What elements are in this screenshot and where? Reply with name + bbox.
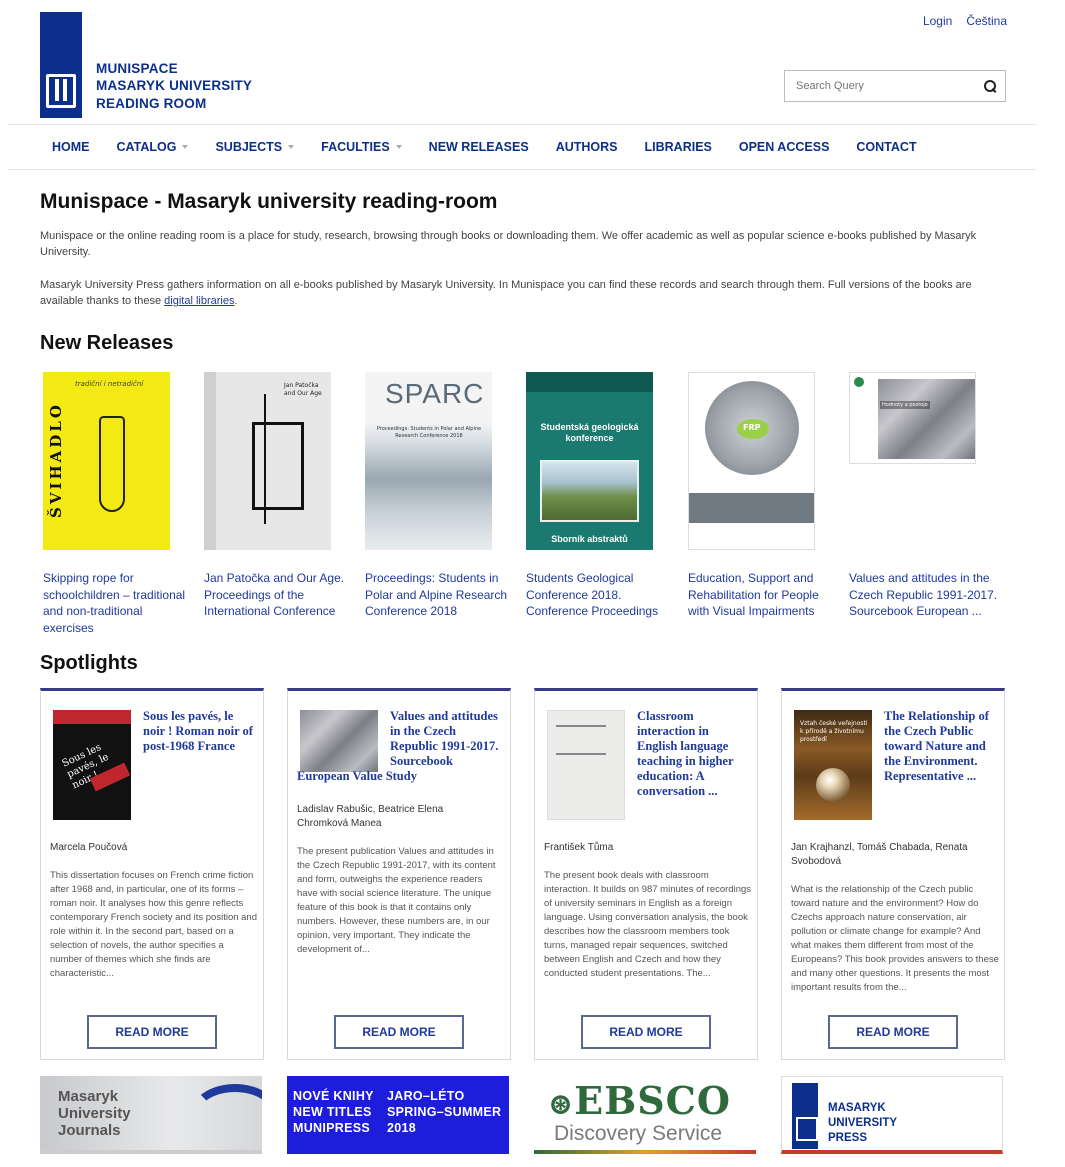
read-more-button[interactable]: READ MORE — [334, 1015, 464, 1049]
book-cover[interactable]: Sous les pavés, le noir ! — [53, 710, 131, 820]
new-releases-heading: New Releases — [40, 332, 174, 354]
book-cover[interactable]: SPARC Proceedings: Students in Polar and… — [365, 372, 492, 550]
spotlight-title-link[interactable]: Sous les pavés, le noir ! Roman noir of … — [143, 709, 255, 754]
release-item: ŠVIHADLO tradiční i netradiční Skipping … — [43, 372, 193, 636]
logo-text: MUNISPACE MASARYK UNIVERSITY READING ROO… — [96, 60, 253, 111]
spotlight-description: The present publication Values and attit… — [297, 846, 496, 955]
nav-faculties[interactable]: FACULTIES — [321, 140, 402, 154]
munispace-logo[interactable]: MUNISPACE MASARYK UNIVERSITY READING ROO… — [40, 12, 252, 118]
nav-open-access[interactable]: OPEN ACCESS — [739, 140, 830, 154]
top-links: Login Čeština — [923, 14, 1007, 28]
release-item: FRP Education, Support and Rehabilitatio… — [688, 372, 838, 620]
read-more-button[interactable]: READ MORE — [828, 1015, 958, 1049]
swirl-graphic — [190, 1084, 262, 1146]
spotlight-authors: František Tůma — [544, 842, 614, 853]
spotlight-card: Sous les pavés, le noir ! Sous les pavés… — [40, 688, 264, 1060]
nav-contact[interactable]: CONTACT — [856, 140, 916, 154]
read-more-button[interactable]: READ MORE — [87, 1015, 217, 1049]
mu-logo-mark — [792, 1083, 818, 1149]
spotlight-authors: Marcela Poučová — [50, 842, 128, 853]
language-link[interactable]: Čeština — [966, 14, 1007, 28]
release-title-link[interactable]: Jan Patočka and Our Age. Proceedings of … — [204, 570, 356, 620]
mu-logo-mark — [40, 12, 82, 118]
spotlight-authors: Ladislav Rabušic, Beatrice Elena Chromko… — [297, 804, 444, 829]
spotlight-description: What is the relationship of the Czech pu… — [791, 884, 999, 993]
ebsco-logo: ⊛EBSCO — [548, 1078, 732, 1123]
nav-home[interactable]: HOME — [52, 140, 90, 154]
nav-new-releases[interactable]: NEW RELEASES — [429, 140, 529, 154]
spotlight-authors: Jan Krajhanzl, Tomáš Chabada, Renata Svo… — [791, 842, 968, 867]
page-title: Munispace - Masaryk university reading-r… — [40, 190, 498, 213]
book-cover[interactable]: FRP — [688, 372, 815, 550]
book-cover[interactable]: Vztah české veřejnosti k přírodě a život… — [794, 710, 872, 820]
spotlights-heading: Spotlights — [40, 652, 138, 674]
book-cover[interactable] — [300, 710, 378, 772]
book-cover[interactable]: Studentská geologická konference Sborník… — [526, 372, 653, 550]
spotlight-description: The present book deals with classroom in… — [544, 870, 752, 979]
release-item: Hodnoty a postoje Values and attitudes i… — [849, 372, 999, 620]
release-title-link[interactable]: Education, Support and Rehabilitation fo… — [688, 570, 840, 620]
spotlight-card: Values and attitudes in the Czech Republ… — [287, 688, 511, 1060]
spotlight-card: Classroom interaction in English languag… — [534, 688, 758, 1060]
intro-paragraph: Munispace or the online reading room is … — [40, 230, 977, 258]
release-item: Jan Patočka and Our Age Jan Patočka and … — [204, 372, 354, 620]
nav-libraries[interactable]: LIBRARIES — [645, 140, 712, 154]
spotlight-title-link[interactable]: The Relationship of the Czech Public tow… — [884, 709, 996, 784]
chevron-down-icon — [288, 145, 295, 149]
main-nav: HOME CATALOG SUBJECTS FACULTIES NEW RELE… — [8, 124, 1036, 170]
book-cover[interactable] — [547, 710, 625, 820]
spotlight-title-continued[interactable]: European Value Study — [297, 769, 497, 784]
book-cover[interactable]: Jan Patočka and Our Age — [204, 372, 331, 550]
read-more-button[interactable]: READ MORE — [581, 1015, 711, 1049]
release-item: SPARC Proceedings: Students in Polar and… — [365, 372, 515, 620]
intro-paragraph-2: Masaryk University Press gathers informa… — [40, 279, 972, 307]
search-input[interactable] — [796, 80, 983, 92]
chevron-down-icon — [182, 145, 189, 149]
nav-catalog[interactable]: CATALOG — [117, 140, 189, 154]
spotlight-title-link[interactable]: Values and attitudes in the Czech Republ… — [390, 709, 502, 769]
release-title-link[interactable]: Students Geological Conference 2018. Con… — [526, 570, 678, 620]
search-box — [784, 70, 1006, 102]
journals-banner[interactable]: Masaryk University Journals — [40, 1076, 262, 1154]
nav-subjects[interactable]: SUBJECTS — [215, 140, 295, 154]
nav-authors[interactable]: AUTHORS — [556, 140, 618, 154]
spotlight-title-link[interactable]: Classroom interaction in English languag… — [637, 709, 749, 799]
munipress-new-titles-banner[interactable]: NOVÉ KNIHY NEW TITLES MUNIPRESS JARO–LÉT… — [287, 1076, 509, 1154]
release-title-link[interactable]: Skipping rope for schoolchildren – tradi… — [43, 570, 195, 636]
digital-libraries-link[interactable]: digital libraries — [164, 295, 234, 307]
search-icon[interactable] — [983, 79, 997, 93]
book-cover[interactable]: Hodnoty a postoje — [849, 372, 976, 464]
mu-press-banner[interactable]: MASARYK UNIVERSITY PRESS — [781, 1076, 1003, 1154]
release-item: Studentská geologická konference Sborník… — [526, 372, 676, 620]
login-link[interactable]: Login — [923, 14, 952, 28]
release-title-link[interactable]: Proceedings: Students in Polar and Alpin… — [365, 570, 517, 620]
spotlight-card: Vztah české veřejnosti k přírodě a život… — [781, 688, 1005, 1060]
spotlight-description: This dissertation focuses on French crim… — [50, 870, 257, 979]
chevron-down-icon — [395, 145, 402, 149]
ebsco-banner[interactable]: ⊛EBSCO Discovery Service — [534, 1076, 756, 1154]
book-cover[interactable]: ŠVIHADLO tradiční i netradiční — [43, 372, 170, 550]
release-title-link[interactable]: Values and attitudes in the Czech Republ… — [849, 570, 1001, 620]
